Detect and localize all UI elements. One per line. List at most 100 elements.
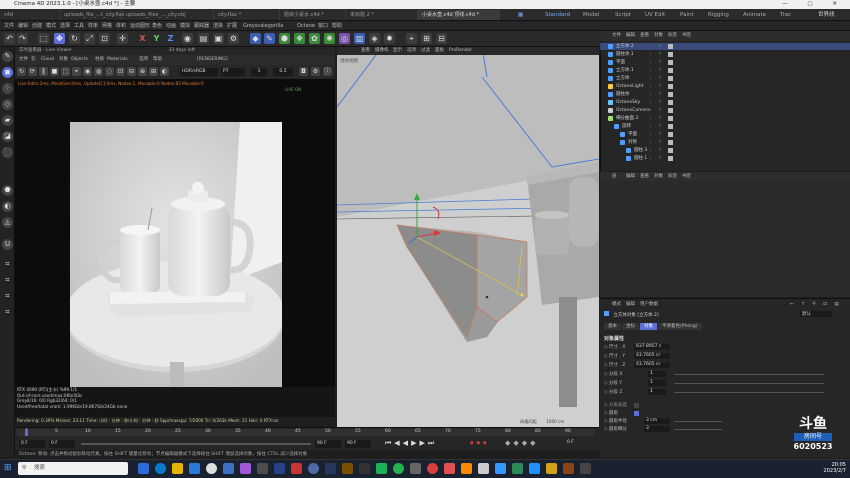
lv-region-icon[interactable]: ⬚ xyxy=(61,67,70,76)
file-tab-active[interactable]: 小桌水壶.c4d 顶线.c4d * xyxy=(418,10,500,20)
attr-value-field[interactable]: 1 xyxy=(648,389,666,395)
grid-icon[interactable]: ⊟ xyxy=(436,33,447,44)
file-tab[interactable]: city.flax * xyxy=(214,10,280,20)
menu-file[interactable]: 文件 xyxy=(4,21,14,31)
quantize-icon[interactable]: ⌗ xyxy=(2,307,13,318)
model-mode-icon[interactable]: ◼ xyxy=(2,67,13,78)
material-tag-icon[interactable] xyxy=(668,92,673,97)
visibility-dots-icon[interactable]: ⁝ xyxy=(650,155,651,162)
lv-menu-cloud-cn[interactable]: 云 xyxy=(31,55,36,65)
vp-menu-view[interactable]: 查看 xyxy=(361,47,370,55)
douyu-icon[interactable] xyxy=(461,463,472,474)
layout-model[interactable]: Model xyxy=(583,10,600,20)
attr-menu-edit[interactable]: 编辑 xyxy=(626,300,635,309)
material-tag-icon[interactable] xyxy=(668,148,673,153)
attr-value-field[interactable]: 837.8957 c xyxy=(634,344,670,350)
file-tab[interactable]: 未标题 2 * xyxy=(346,10,418,20)
workplane-icon[interactable]: ⊞ xyxy=(421,33,432,44)
material-tag-icon[interactable] xyxy=(668,100,673,105)
layout-standard[interactable]: Standard xyxy=(545,10,570,20)
separate-checkbox[interactable] xyxy=(634,403,639,408)
attr-slider[interactable] xyxy=(674,429,722,430)
app-icon-green[interactable] xyxy=(376,463,387,474)
scale-icon[interactable]: ⤢ xyxy=(84,33,95,44)
attr-menu-user-data[interactable]: 用户数据 xyxy=(640,300,658,309)
lv-field-1[interactable]: 1 xyxy=(251,68,267,76)
material-tag-icon[interactable] xyxy=(668,84,673,89)
attr-value-field[interactable]: 43.7605 cr xyxy=(634,353,670,359)
object-row[interactable]: 细分曲面.3 ⁝ ✓ xyxy=(600,115,850,122)
visibility-dots-icon[interactable]: ⁝ xyxy=(650,91,651,98)
visibility-dots-icon[interactable]: ⁝ xyxy=(650,75,651,82)
attr-slider[interactable] xyxy=(674,383,824,384)
snap-grid-icon[interactable]: ⌗ xyxy=(2,259,13,270)
uv-mode-icon[interactable]: ◪ xyxy=(2,131,13,142)
object-row[interactable]: OctaneCamera ⁝ ✓ xyxy=(600,107,850,114)
attr-tab-basic[interactable]: 基本 xyxy=(604,323,621,330)
coordinate-icon[interactable]: ◉ xyxy=(182,33,193,44)
symmetry-icon[interactable]: ◐ xyxy=(2,201,13,212)
visibility-dots-icon[interactable]: ⁝ xyxy=(650,67,651,74)
netease-music-icon[interactable] xyxy=(427,463,438,474)
vp-menu-display[interactable]: 显示 xyxy=(393,47,402,55)
array-icon[interactable]: ❖ xyxy=(294,33,305,44)
menu-octane[interactable]: Octane xyxy=(297,21,315,31)
end-frame-field[interactable]: 90 F xyxy=(315,440,341,448)
object-row[interactable]: OctaneSky ⁝ ✓ xyxy=(600,99,850,106)
redo-icon[interactable]: ↷ xyxy=(17,33,28,44)
menu-mesh[interactable]: 网格 xyxy=(102,21,112,31)
move-icon[interactable]: ✥ xyxy=(54,33,65,44)
lv-kernel-select[interactable]: PT xyxy=(221,68,245,76)
visibility-dots-icon[interactable]: ⁝ xyxy=(650,99,651,106)
soft-selection-icon[interactable]: ⬣ xyxy=(2,185,13,196)
layout-animate[interactable]: Animate xyxy=(743,10,766,20)
light-icon[interactable]: ✹ xyxy=(384,33,395,44)
enabled-check-icon[interactable]: ✓ xyxy=(658,67,662,74)
x-axis-lock[interactable]: X xyxy=(137,33,148,44)
lv-menu-cloud[interactable]: Cloud xyxy=(41,55,54,65)
layout-icon[interactable]: ▦ xyxy=(518,10,523,20)
layer-menu-bookmarks[interactable]: 书签 xyxy=(682,172,691,181)
lv-save-icon[interactable]: ⊟ xyxy=(127,67,136,76)
select-icon[interactable]: ⬚ xyxy=(38,33,49,44)
attr-slider[interactable] xyxy=(674,421,722,422)
wechat-icon[interactable] xyxy=(393,463,404,474)
pen-tool-icon[interactable]: ✎ xyxy=(2,51,13,62)
attr-tab-object[interactable]: 对象 xyxy=(640,323,657,330)
taskbar-search[interactable]: ⚲ 搜索 xyxy=(18,462,128,475)
app-icon-slate[interactable] xyxy=(410,463,421,474)
workspace-label[interactable]: 世界线 xyxy=(818,10,835,20)
enabled-check-icon[interactable]: ✓ xyxy=(658,123,662,130)
object-row[interactable]: 平面 ⁝ ✓ xyxy=(600,131,850,138)
enabled-check-icon[interactable]: ✓ xyxy=(658,155,662,162)
object-row[interactable]: 立方体.1 ⁝ ✓ xyxy=(600,67,850,74)
menu-spline[interactable]: 样条 xyxy=(88,21,98,31)
app-icon-brown[interactable] xyxy=(563,463,574,474)
object-row[interactable]: 圆柱体.1 ⁝ ✓ xyxy=(600,51,850,58)
attr-value-field[interactable]: 43.7605 cr xyxy=(634,362,670,368)
magnet-icon[interactable]: U xyxy=(2,239,13,250)
layer-menu-layer[interactable]: 层 xyxy=(612,172,617,181)
menu-create[interactable]: 创建 xyxy=(32,21,42,31)
camera-icon[interactable]: ◈ xyxy=(369,33,380,44)
menu-character[interactable]: 角色 xyxy=(152,21,162,31)
app-icon-teal[interactable] xyxy=(512,463,523,474)
attr-menu-mode[interactable]: 模式 xyxy=(612,300,621,309)
photoshop-icon[interactable] xyxy=(274,463,285,474)
object-row[interactable]: OctaneLight ⁝ ✓ xyxy=(600,83,850,90)
viewport-scene[interactable] xyxy=(336,46,600,427)
app-icon-gray[interactable] xyxy=(257,463,268,474)
app-icon-red[interactable] xyxy=(291,463,302,474)
menu-window[interactable]: 窗口 xyxy=(318,21,328,31)
material-tag-icon[interactable] xyxy=(668,76,673,81)
material-tag-icon[interactable] xyxy=(668,156,673,161)
store-icon[interactable] xyxy=(189,463,200,474)
visibility-dots-icon[interactable]: ⁝ xyxy=(650,59,651,66)
start-frame-field[interactable]: 0 F xyxy=(19,440,45,448)
lv-zoom-icon[interactable]: ⊕ xyxy=(138,67,147,76)
key-controls[interactable]: ◆◆◆◆ xyxy=(505,439,539,447)
visibility-dots-icon[interactable]: ⁝ xyxy=(650,147,651,154)
attr-value-field[interactable]: 3 cm xyxy=(644,418,670,424)
lv-menu-help[interactable]: 帮助 xyxy=(153,55,162,65)
file-tab[interactable]: 题目小桌水.c4d * xyxy=(280,10,346,20)
